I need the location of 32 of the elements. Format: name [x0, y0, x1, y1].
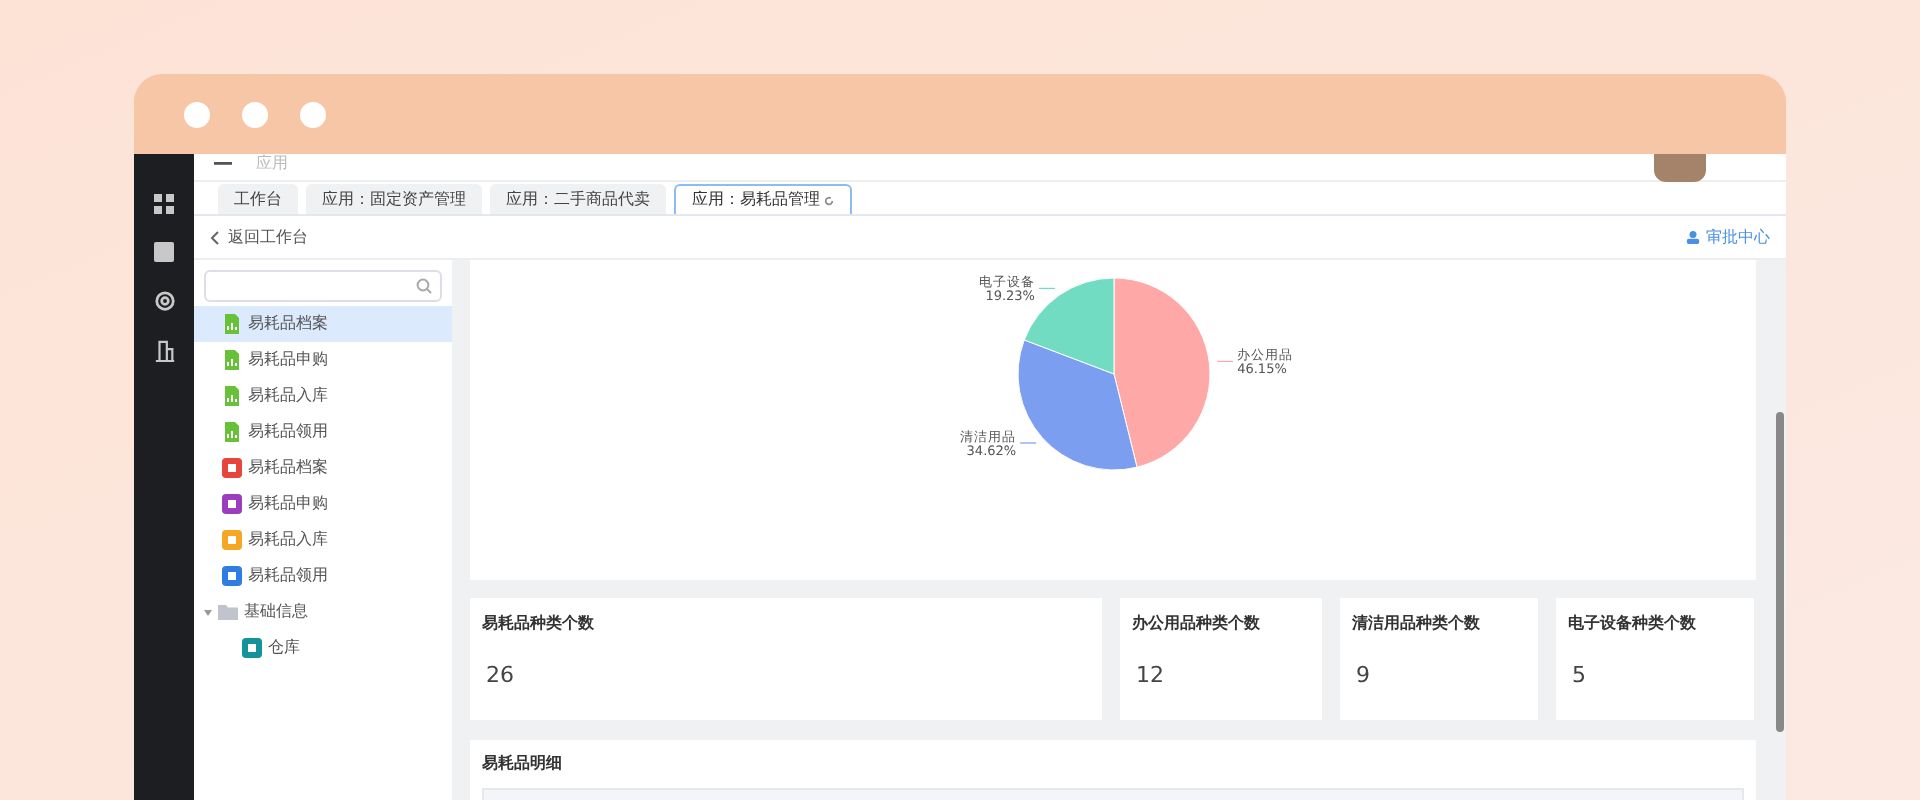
back-link[interactable]: 返回工作台: [228, 225, 308, 249]
stat-value: 12: [1134, 660, 1166, 692]
scrollbar[interactable]: [1776, 412, 1784, 732]
chevron-left-icon[interactable]: [210, 229, 220, 245]
stat-label: 易耗品种类个数: [482, 612, 596, 636]
refresh-icon[interactable]: [824, 195, 834, 205]
search-icon: [416, 278, 432, 294]
gear-icon[interactable]: [153, 290, 175, 312]
tree-item[interactable]: 易耗品档案: [194, 306, 452, 342]
tab[interactable]: 应用：二手商品代卖: [490, 184, 666, 214]
leader-line: [1018, 442, 1036, 444]
tab[interactable]: 应用：固定资产管理: [306, 184, 482, 214]
avatar[interactable]: [1654, 154, 1706, 182]
tab[interactable]: 工作台: [218, 184, 298, 214]
tab[interactable]: 应用：易耗品管理: [674, 184, 852, 214]
leader-line: [1215, 360, 1233, 362]
person-icon: [1686, 230, 1700, 244]
header-title: 应用: [256, 154, 288, 172]
building-icon[interactable]: [153, 340, 175, 362]
card-title: 易耗品明细: [482, 752, 564, 776]
pie-slice[interactable]: [1016, 339, 1137, 471]
stat-value: 9: [1354, 660, 1372, 692]
leader-line: [1037, 287, 1055, 289]
grid-icon[interactable]: [154, 194, 174, 214]
caret-icon[interactable]: [204, 609, 212, 615]
stat-value: 26: [484, 660, 516, 692]
stat-value: 5: [1570, 660, 1588, 692]
stat-label: 办公用品种类个数: [1132, 612, 1262, 636]
stat-label: 电子设备种类个数: [1568, 612, 1698, 636]
search-field[interactable]: [204, 270, 442, 302]
stat-label: 清洁用品种类个数: [1352, 612, 1482, 636]
pie-slice[interactable]: [1112, 277, 1210, 468]
